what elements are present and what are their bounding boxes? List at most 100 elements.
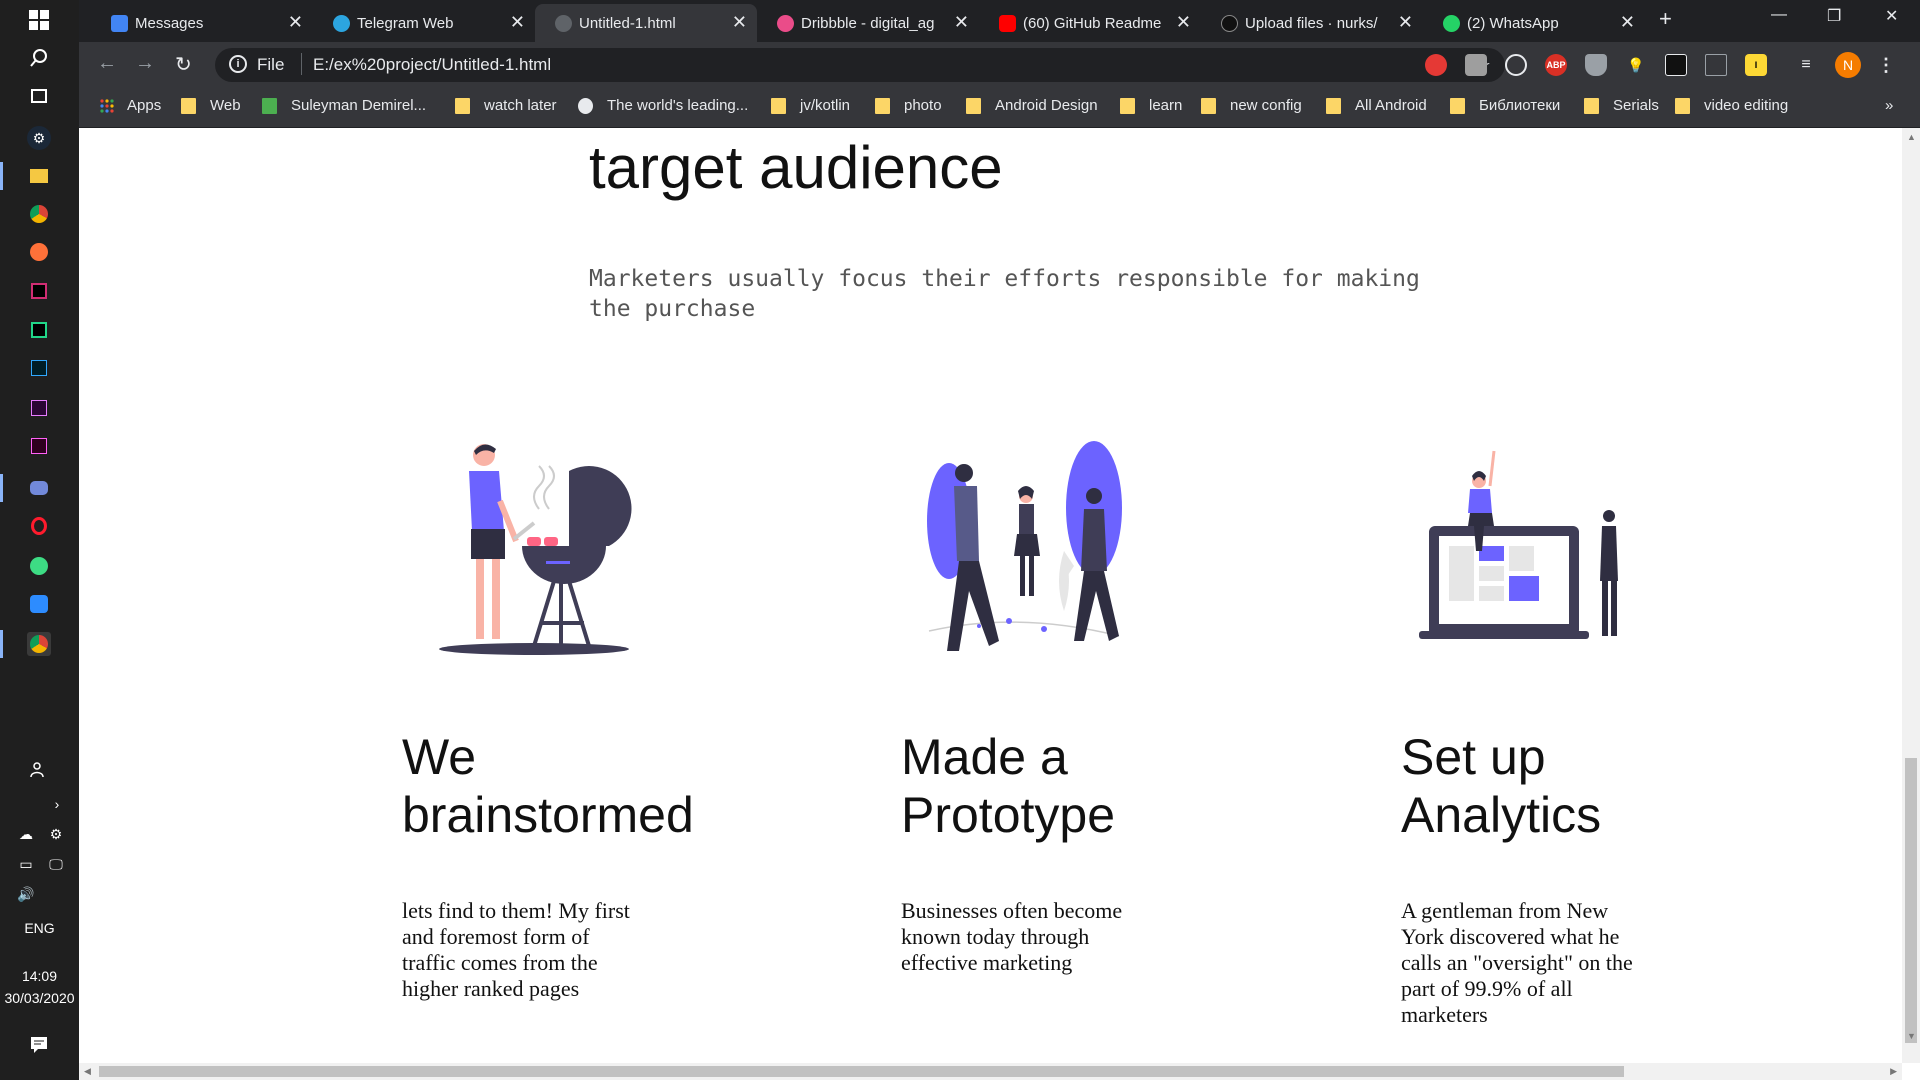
premiere-icon[interactable]	[27, 396, 51, 420]
vertical-scroll-thumb[interactable]	[1905, 758, 1917, 1043]
site-icon	[262, 97, 277, 114]
extension-yellow-icon[interactable]: I	[1745, 54, 1767, 76]
bookmark-apps[interactable]: Apps	[99, 97, 161, 114]
battery-icon[interactable]: ▭	[14, 852, 38, 876]
info-icon[interactable]: i	[229, 55, 247, 73]
chrome-active-icon[interactable]	[27, 632, 51, 656]
close-icon[interactable]: ✕	[288, 12, 303, 33]
task-view-icon[interactable]	[27, 84, 51, 108]
bookmark-learn[interactable]: learn	[1120, 97, 1182, 114]
horizontal-scroll-thumb[interactable]	[99, 1066, 1624, 1077]
intellij-icon[interactable]	[27, 279, 51, 303]
bookmark-web[interactable]: Web	[181, 97, 241, 114]
steam-icon[interactable]: ⚙	[27, 126, 51, 150]
adobe-xd-icon[interactable]	[27, 434, 51, 458]
address-bar[interactable]: i File E:/ex%20project/Untitled-1.html ☆	[215, 48, 1505, 82]
scroll-down-icon[interactable]: ▼	[1907, 1031, 1916, 1041]
notifications-icon[interactable]	[27, 1032, 51, 1056]
browser-chrome: Messages ✕ Telegram Web ✕ Untitled-1.htm…	[79, 0, 1920, 128]
window-close-button[interactable]: ✕	[1885, 6, 1898, 26]
close-icon[interactable]: ✕	[732, 12, 747, 33]
volume-icon[interactable]: 🔊	[14, 882, 38, 906]
scroll-left-icon[interactable]: ◀	[84, 1066, 91, 1077]
new-tab-button[interactable]: +	[1659, 6, 1672, 32]
scroll-right-icon[interactable]: ▶	[1890, 1066, 1897, 1077]
people-icon[interactable]	[27, 757, 51, 781]
profile-avatar[interactable]: N	[1835, 52, 1861, 78]
horizontal-scrollbar[interactable]: ◀ ▶	[79, 1063, 1902, 1080]
file-explorer-icon[interactable]	[27, 164, 51, 188]
close-icon[interactable]: ✕	[1176, 12, 1191, 33]
tab-telegram[interactable]: Telegram Web ✕	[313, 4, 535, 42]
pdf-icon[interactable]	[1705, 54, 1727, 76]
bookmark-watch-later[interactable]: watch later	[455, 97, 557, 114]
android-studio-icon[interactable]	[27, 554, 51, 578]
bookmark-new-config[interactable]: new config	[1201, 97, 1302, 114]
menu-dots-icon[interactable]: ⋮	[1875, 54, 1897, 76]
vertical-scrollbar[interactable]: ▲ ▼	[1902, 128, 1920, 1063]
bookmark-android-design[interactable]: Android Design	[966, 97, 1098, 114]
search-icon[interactable]	[27, 46, 51, 70]
folder-icon	[1584, 97, 1599, 114]
steam-tray-icon[interactable]: ⚙	[44, 822, 68, 846]
adblock-icon[interactable]: ABP	[1545, 54, 1567, 76]
chevron-right-icon[interactable]: ›	[45, 792, 69, 816]
close-icon[interactable]: ✕	[954, 12, 969, 33]
bookmark-photo[interactable]: photo	[875, 97, 942, 114]
bookmark-serials[interactable]: Serials	[1584, 97, 1659, 114]
chrome-icon[interactable]	[27, 202, 51, 226]
tab-github-readme[interactable]: (60) GitHub Readme ✕	[979, 4, 1201, 42]
tab-dribbble[interactable]: Dribbble - digital_ag ✕	[757, 4, 979, 42]
url-text[interactable]: E:/ex%20project/Untitled-1.html	[313, 55, 551, 75]
discord-icon[interactable]	[27, 476, 51, 500]
dribbble-icon	[777, 15, 794, 32]
feature-title-analytics: Set up Analytics	[1401, 729, 1602, 843]
shield-icon[interactable]	[1585, 54, 1607, 76]
bookmark-libraries[interactable]: Библиотеки	[1450, 97, 1560, 114]
bookmark-all-android[interactable]: All Android	[1326, 97, 1427, 114]
feature-title-brainstormed: We brainstormed	[402, 729, 694, 843]
telegram-icon	[333, 15, 350, 32]
onedrive-icon[interactable]: ☁	[14, 822, 38, 846]
pycharm-icon[interactable]	[27, 318, 51, 342]
opera-icon[interactable]	[27, 514, 51, 538]
windows-start-icon[interactable]	[27, 8, 51, 32]
photoshop-icon[interactable]	[27, 356, 51, 380]
back-button[interactable]: ←	[97, 52, 117, 75]
tab-whatsapp[interactable]: (2) WhatsApp ✕	[1423, 4, 1645, 42]
bookmark-jv-kotlin[interactable]: jv/kotlin	[771, 97, 850, 114]
feature-text-analytics: A gentleman from New York discovered wha…	[1401, 898, 1633, 1027]
feature-text-brainstormed: lets find to them! My first and foremost…	[402, 898, 630, 1001]
zoom-icon[interactable]	[27, 592, 51, 616]
extension-red-icon[interactable]	[1425, 54, 1447, 76]
tab-untitled[interactable]: Untitled-1.html ✕	[535, 4, 757, 42]
clock-date[interactable]: 30/03/2020	[0, 990, 79, 1006]
close-icon[interactable]: ✕	[1398, 12, 1413, 33]
bookmark-github[interactable]: The world's leading...	[578, 97, 748, 114]
tab-strip: Messages ✕ Telegram Web ✕ Untitled-1.htm…	[79, 0, 1920, 42]
forward-button[interactable]: →	[135, 52, 155, 75]
restore-button[interactable]: ❐	[1827, 6, 1841, 26]
media-controls-icon[interactable]: ≡	[1795, 54, 1817, 76]
tab-messages[interactable]: Messages ✕	[91, 4, 313, 42]
page-viewport: target audience Marketers usually focus …	[79, 128, 1902, 1063]
network-icon[interactable]: 🖵	[44, 852, 68, 876]
bookmark-suleyman[interactable]: Suleyman Demirel...	[262, 97, 426, 114]
close-icon[interactable]: ✕	[1620, 12, 1635, 33]
minimize-button[interactable]: —	[1771, 6, 1787, 24]
github-icon	[578, 97, 593, 114]
clock-time[interactable]: 14:09	[0, 968, 79, 984]
close-icon[interactable]: ✕	[510, 12, 525, 33]
lightbulb-icon[interactable]: 💡	[1625, 54, 1647, 76]
cube-icon[interactable]	[1665, 54, 1687, 76]
bookmark-video-editing[interactable]: video editing	[1675, 97, 1788, 114]
folder-icon	[455, 97, 470, 114]
extension-speed-icon[interactable]	[1505, 54, 1527, 76]
bookmarks-overflow-icon[interactable]: »	[1885, 97, 1893, 114]
scroll-up-icon[interactable]: ▲	[1907, 132, 1916, 142]
extension-gray-icon[interactable]	[1465, 54, 1487, 76]
reload-button[interactable]: ↻	[175, 52, 192, 77]
firefox-icon[interactable]	[27, 240, 51, 264]
language-indicator[interactable]: ENG	[0, 920, 79, 936]
tab-upload-files[interactable]: Upload files · nurks/ ✕	[1201, 4, 1423, 42]
